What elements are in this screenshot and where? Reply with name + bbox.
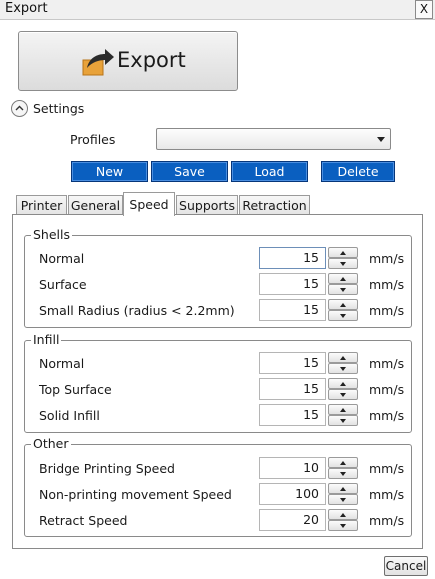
decrement-button[interactable] <box>328 468 358 479</box>
dropdown-arrow-icon <box>377 137 385 142</box>
increment-button[interactable] <box>328 483 358 494</box>
delete-profile-button[interactable]: Delete <box>321 161 395 182</box>
infill-top-surface-label: Top Surface <box>39 382 112 397</box>
settings-label: Settings <box>33 101 85 116</box>
retract-speed-label: Retract Speed <box>39 513 128 528</box>
shells-small-radius-input[interactable]: 15 <box>259 299 326 321</box>
down-arrow-icon <box>340 288 346 292</box>
increment-button[interactable] <box>328 247 358 258</box>
other-group-title: Other <box>31 436 71 451</box>
decrement-button[interactable] <box>328 389 358 400</box>
infill-top-surface-spinner[interactable] <box>328 378 358 400</box>
increment-button[interactable] <box>328 273 358 284</box>
retract-speed-unit: mm/s <box>369 513 405 528</box>
down-arrow-icon <box>340 419 346 423</box>
shells-group-title: Shells <box>31 227 73 242</box>
increment-button[interactable] <box>328 378 358 389</box>
infill-normal-input[interactable]: 15 <box>259 352 326 374</box>
new-profile-button[interactable]: New <box>71 161 148 182</box>
shells-normal-input[interactable]: 15 <box>259 247 326 269</box>
decrement-button[interactable] <box>328 494 358 505</box>
non-printing-speed-spinner[interactable] <box>328 483 358 505</box>
retract-speed-input[interactable]: 20 <box>259 509 326 531</box>
chevron-up-icon <box>15 105 24 111</box>
increment-button[interactable] <box>328 404 358 415</box>
up-arrow-icon <box>340 408 346 412</box>
window-title: Export <box>5 1 48 16</box>
up-arrow-icon <box>340 356 346 360</box>
decrement-button[interactable] <box>328 284 358 295</box>
infill-solid-infill-label: Solid Infill <box>39 408 100 423</box>
down-arrow-icon <box>340 498 346 502</box>
infill-top-surface-input[interactable]: 15 <box>259 378 326 400</box>
up-arrow-icon <box>340 461 346 465</box>
down-arrow-icon <box>340 262 346 266</box>
down-arrow-icon <box>340 314 346 318</box>
down-arrow-icon <box>340 472 346 476</box>
tab-general[interactable]: General <box>68 195 123 215</box>
increment-button[interactable] <box>328 509 358 520</box>
tab-supports[interactable]: Supports <box>176 195 238 215</box>
decrement-button[interactable] <box>328 258 358 269</box>
bridge-printing-speed-label: Bridge Printing Speed <box>39 461 175 476</box>
down-arrow-icon <box>340 367 346 371</box>
bridge-printing-speed-unit: mm/s <box>369 461 405 476</box>
decrement-button[interactable] <box>328 520 358 531</box>
profiles-dropdown[interactable] <box>156 128 391 150</box>
shells-normal-spinner[interactable] <box>328 247 358 269</box>
save-profile-button[interactable]: Save <box>151 161 228 182</box>
non-printing-speed-input[interactable]: 100 <box>259 483 326 505</box>
retract-speed-spinner[interactable] <box>328 509 358 531</box>
export-button-label: Export <box>117 48 186 72</box>
up-arrow-icon <box>340 487 346 491</box>
tab-speed[interactable]: Speed <box>123 192 175 216</box>
up-arrow-icon <box>340 382 346 386</box>
shells-normal-label: Normal <box>39 251 85 266</box>
shells-small-radius-spinner[interactable] <box>328 299 358 321</box>
non-printing-speed-unit: mm/s <box>369 487 405 502</box>
infill-top-surface-unit: mm/s <box>369 382 405 397</box>
infill-solid-infill-spinner[interactable] <box>328 404 358 426</box>
title-bar: Export X <box>0 0 435 20</box>
profiles-label: Profiles <box>70 132 116 147</box>
increment-button[interactable] <box>328 299 358 310</box>
infill-solid-infill-unit: mm/s <box>369 408 405 423</box>
infill-normal-spinner[interactable] <box>328 352 358 374</box>
shells-surface-input[interactable]: 15 <box>259 273 326 295</box>
up-arrow-icon <box>340 251 346 255</box>
load-profile-button[interactable]: Load <box>231 161 308 182</box>
up-arrow-icon <box>340 513 346 517</box>
shells-small-radius-unit: mm/s <box>369 303 405 318</box>
down-arrow-icon <box>340 393 346 397</box>
shells-surface-label: Surface <box>39 277 87 292</box>
increment-button[interactable] <box>328 352 358 363</box>
tab-retraction[interactable]: Retraction <box>239 195 310 215</box>
decrement-button[interactable] <box>328 415 358 426</box>
cancel-button[interactable]: Cancel <box>384 556 428 576</box>
settings-collapse-toggle[interactable] <box>11 100 28 117</box>
shells-surface-spinner[interactable] <box>328 273 358 295</box>
non-printing-speed-label: Non-printing movement Speed <box>39 487 232 502</box>
export-arrow-icon <box>82 49 114 76</box>
close-button[interactable]: X <box>415 0 433 19</box>
infill-normal-unit: mm/s <box>369 356 405 371</box>
up-arrow-icon <box>340 277 346 281</box>
bridge-printing-speed-spinner[interactable] <box>328 457 358 479</box>
infill-group-title: Infill <box>31 332 62 347</box>
bridge-printing-speed-input[interactable]: 10 <box>259 457 326 479</box>
increment-button[interactable] <box>328 457 358 468</box>
shells-normal-unit: mm/s <box>369 251 405 266</box>
infill-normal-label: Normal <box>39 356 85 371</box>
infill-solid-infill-input[interactable]: 15 <box>259 404 326 426</box>
shells-surface-unit: mm/s <box>369 277 405 292</box>
decrement-button[interactable] <box>328 363 358 374</box>
shells-small-radius-label: Small Radius (radius < 2.2mm) <box>39 303 235 318</box>
down-arrow-icon <box>340 524 346 528</box>
up-arrow-icon <box>340 303 346 307</box>
export-button[interactable]: Export <box>18 31 238 91</box>
tab-printer[interactable]: Printer <box>16 195 67 215</box>
decrement-button[interactable] <box>328 310 358 321</box>
